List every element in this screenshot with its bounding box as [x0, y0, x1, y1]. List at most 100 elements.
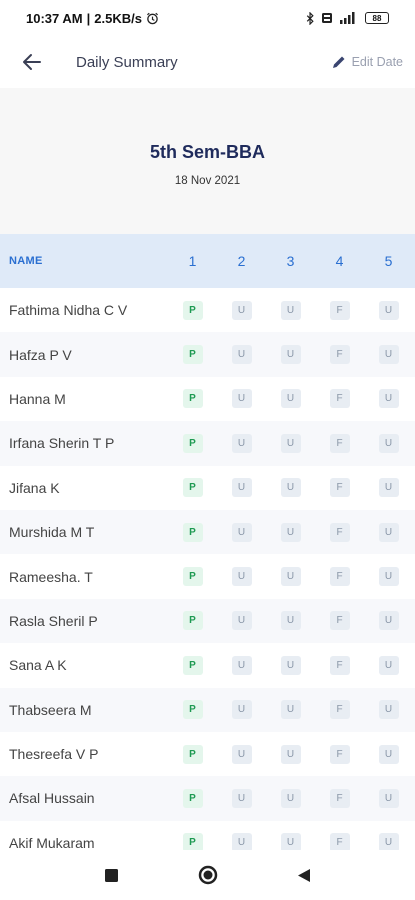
period-cell: F	[315, 345, 364, 365]
period-cell: F	[315, 655, 364, 675]
attendance-badge[interactable]: U	[280, 567, 301, 587]
attendance-badge[interactable]: U	[231, 744, 252, 764]
attendance-badge[interactable]: F	[329, 788, 350, 808]
attendance-badge[interactable]: U	[280, 389, 301, 409]
period-cell: P	[168, 300, 217, 320]
table-row[interactable]: Rasla Sheril P P U U F U	[0, 598, 415, 644]
attendance-badge[interactable]: P	[182, 788, 203, 808]
attendance-badge[interactable]: U	[280, 744, 301, 764]
period-cell: U	[266, 744, 315, 764]
table-row[interactable]: Jifana K P U U F U	[0, 465, 415, 510]
status-separator: |	[86, 10, 91, 26]
attendance-badge[interactable]: U	[280, 433, 301, 453]
attendance-badge[interactable]: U	[231, 300, 252, 320]
period-cell: U	[364, 433, 413, 453]
attendance-badge[interactable]: U	[231, 478, 252, 498]
attendance-badge[interactable]: U	[280, 700, 301, 720]
attendance-badge[interactable]: U	[378, 700, 399, 720]
table-row[interactable]: Hanna M P U U F U	[0, 376, 415, 422]
status-left: 10:37 AM | 2.5KB/s	[26, 11, 159, 26]
period-cell: F	[315, 300, 364, 320]
square-icon	[105, 868, 118, 882]
attendance-badge[interactable]: F	[329, 611, 350, 631]
attendance-badge[interactable]: U	[231, 567, 252, 587]
period-header-1: 1	[188, 253, 197, 269]
attendance-badge[interactable]: U	[378, 611, 399, 631]
period-cell: P	[168, 522, 217, 542]
attendance-badge[interactable]: U	[231, 389, 252, 409]
attendance-badge[interactable]: U	[280, 300, 301, 320]
attendance-badge[interactable]: U	[378, 522, 399, 542]
status-bar: 10:37 AM | 2.5KB/s 88	[0, 0, 415, 36]
period-cell: F	[315, 700, 364, 720]
attendance-badge[interactable]: U	[280, 788, 301, 808]
attendance-badge[interactable]: U	[231, 700, 252, 720]
attendance-badge[interactable]: U	[378, 567, 399, 587]
attendance-badge[interactable]: F	[329, 522, 350, 542]
attendance-badge[interactable]: U	[280, 655, 301, 675]
period-cell: U	[217, 788, 266, 808]
attendance-badge[interactable]: U	[378, 345, 399, 365]
attendance-badge[interactable]: U	[378, 788, 399, 808]
attendance-badge[interactable]: U	[378, 655, 399, 675]
status-time: 10:37 AM	[26, 10, 83, 26]
period-header-2: 2	[237, 253, 246, 269]
attendance-badge[interactable]: U	[280, 611, 301, 631]
attendance-badge[interactable]: U	[231, 655, 252, 675]
period-cell: P	[168, 389, 217, 409]
attendance-badge[interactable]: P	[182, 522, 203, 542]
name-column-header: NAME	[9, 255, 43, 267]
period-cell: U	[364, 522, 413, 542]
table-row[interactable]: Thabseera M P U U F U	[0, 687, 415, 732]
recents-button[interactable]	[99, 862, 125, 888]
table-row[interactable]: Afsal Hussain P U U F U	[0, 776, 415, 821]
attendance-badge[interactable]: P	[182, 300, 203, 320]
attendance-badge[interactable]: F	[329, 700, 350, 720]
attendance-badge[interactable]: F	[329, 345, 350, 365]
period-cell: U	[266, 567, 315, 587]
attendance-badge[interactable]: U	[378, 300, 399, 320]
attendance-badge[interactable]: U	[231, 788, 252, 808]
attendance-badge[interactable]: U	[280, 522, 301, 542]
period-cell: F	[315, 788, 364, 808]
attendance-badge[interactable]: P	[182, 567, 203, 587]
attendance-badge[interactable]: P	[182, 655, 203, 675]
attendance-badge[interactable]: U	[378, 433, 399, 453]
attendance-badge[interactable]: F	[329, 567, 350, 587]
attendance-badge[interactable]: F	[329, 300, 350, 320]
table-row[interactable]: Irfana Sherin T P P U U F U	[0, 421, 415, 466]
attendance-badge[interactable]: P	[182, 345, 203, 365]
attendance-badge[interactable]: U	[378, 389, 399, 409]
attendance-badge[interactable]: U	[231, 522, 252, 542]
home-button[interactable]	[195, 862, 221, 888]
back-button[interactable]	[18, 48, 46, 76]
attendance-badge[interactable]: P	[182, 744, 203, 764]
system-back-button[interactable]	[291, 862, 317, 888]
attendance-badge[interactable]: U	[231, 433, 252, 453]
attendance-badge[interactable]: U	[231, 345, 252, 365]
attendance-badge[interactable]: U	[378, 478, 399, 498]
attendance-badge[interactable]: P	[182, 611, 203, 631]
attendance-badge[interactable]: P	[182, 389, 203, 409]
attendance-badge[interactable]: F	[329, 389, 350, 409]
table-row[interactable]: Murshida M T P U U F U	[0, 509, 415, 555]
attendance-badge[interactable]: P	[182, 478, 203, 498]
table-row[interactable]: Sana A K P U U F U	[0, 643, 415, 688]
table-row[interactable]: Thesreefa V P P U U F U	[0, 731, 415, 777]
attendance-badge[interactable]: P	[182, 700, 203, 720]
attendance-badge[interactable]: F	[329, 655, 350, 675]
attendance-badge[interactable]: F	[329, 744, 350, 764]
attendance-badge[interactable]: U	[378, 744, 399, 764]
attendance-badge[interactable]: F	[329, 478, 350, 498]
attendance-badge[interactable]: U	[231, 611, 252, 631]
table-row[interactable]: Rameesha. T P U U F U	[0, 554, 415, 599]
period-cell: F	[315, 611, 364, 631]
page-title: Daily Summary	[76, 53, 178, 71]
table-row[interactable]: Fathima Nidha C V P U U F U	[0, 288, 415, 333]
table-row[interactable]: Hafza P V P U U F U	[0, 332, 415, 377]
edit-date-button[interactable]: Edit Date	[332, 55, 403, 69]
attendance-badge[interactable]: P	[182, 433, 203, 453]
attendance-badge[interactable]: F	[329, 433, 350, 453]
attendance-badge[interactable]: U	[280, 345, 301, 365]
attendance-badge[interactable]: U	[280, 478, 301, 498]
